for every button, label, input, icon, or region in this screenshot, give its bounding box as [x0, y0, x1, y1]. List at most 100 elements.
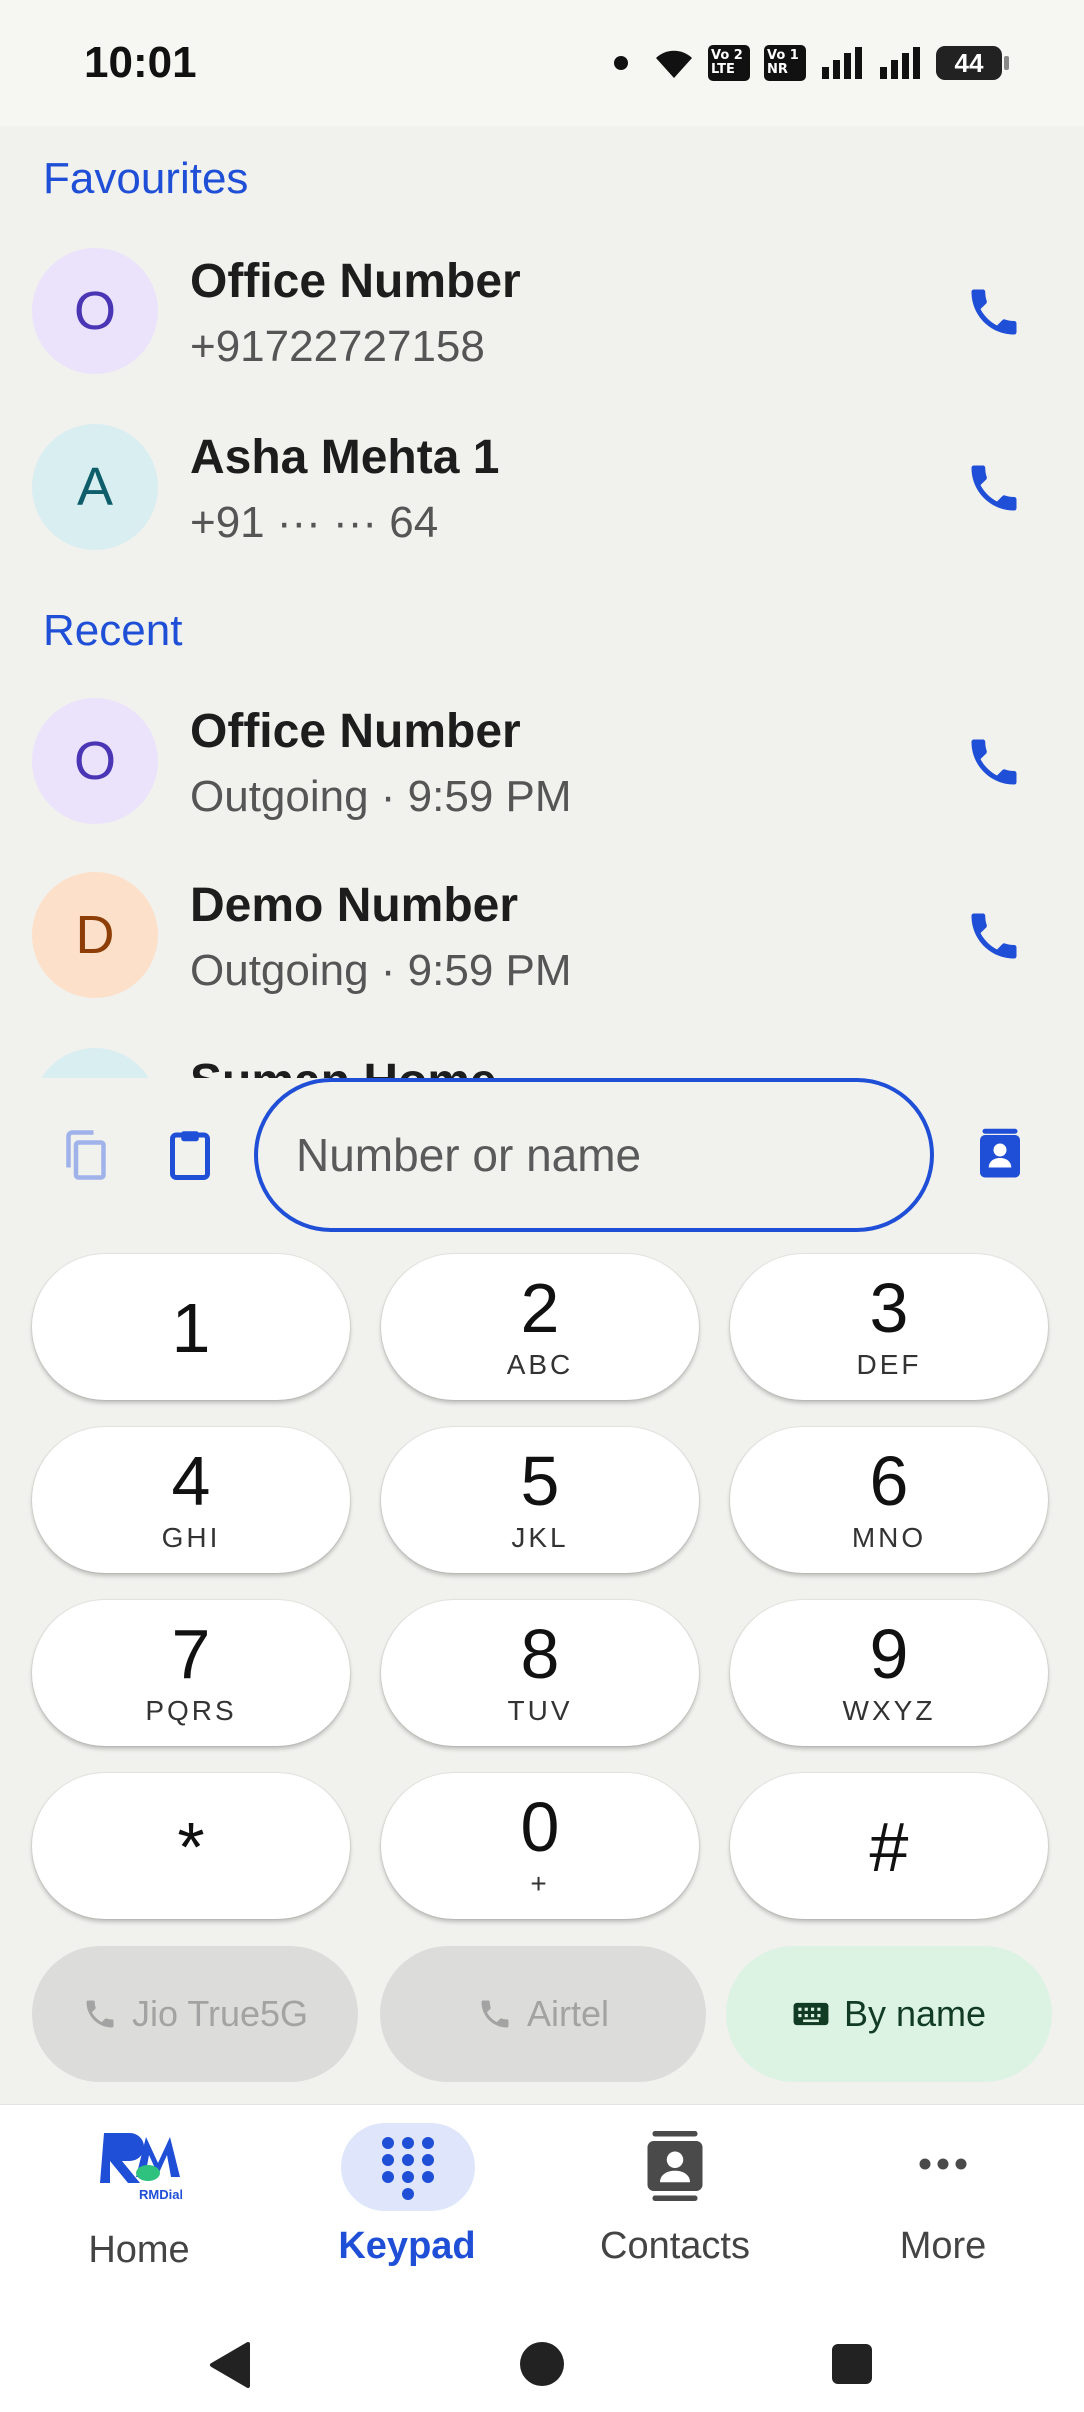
number-or-name-input[interactable] — [254, 1078, 934, 1232]
avatar-initial: A — [76, 457, 114, 517]
key-letters: ABC — [506, 1349, 574, 1380]
back-icon[interactable] — [206, 2340, 252, 2390]
phone-icon — [481, 2000, 509, 2028]
contact-number: +91722727158 — [190, 322, 485, 371]
key-digit: 9 — [869, 1615, 909, 1693]
avatar: A — [32, 424, 158, 550]
by-name-button[interactable]: By name — [726, 1946, 1052, 2082]
sim1-label: Jio True5G — [131, 1993, 309, 2034]
key-0[interactable]: 0 + — [381, 1773, 699, 1919]
recent-row[interactable]: D Demo Number Outgoing · 9:59 PM — [0, 872, 1084, 1032]
key-digit: 8 — [520, 1615, 560, 1693]
key-7[interactable]: 7 PQRS — [32, 1600, 350, 1746]
recent-row[interactable]: O Office Number Outgoing · 9:59 PM — [0, 698, 1084, 858]
key-digit: * — [177, 1808, 205, 1886]
key-9[interactable]: 9 WXYZ — [730, 1600, 1048, 1746]
contacts-icon — [647, 2131, 703, 2201]
call-sim1-button[interactable]: Jio True5G — [32, 1946, 358, 2082]
key-5[interactable]: 5 JKL — [381, 1427, 699, 1573]
phone-icon[interactable] — [964, 732, 1024, 792]
wifi-icon — [656, 50, 692, 78]
dialpad-icon — [382, 2137, 434, 2200]
key-6[interactable]: 6 MNO — [730, 1427, 1048, 1573]
key-hash[interactable]: # — [730, 1773, 1048, 1919]
rmdialer-logo-icon: RMDialer — [100, 2133, 182, 2202]
contact-card-icon[interactable] — [970, 1125, 1030, 1185]
phone-icon[interactable] — [964, 282, 1024, 342]
phone-icon[interactable] — [964, 906, 1024, 966]
key-letters: TUV — [507, 1695, 573, 1726]
status-icons: Vo 2 LTE Vo 1 NR 44 — [614, 40, 1009, 86]
contact-name: Asha Mehta 1 — [190, 431, 500, 484]
contact-name: Suman Home — [190, 1054, 497, 1078]
bottom-navigation: RMDialer Home Keypad Contacts More — [0, 2104, 1084, 2298]
nav-home-label: Home — [88, 2229, 190, 2271]
key-digit: 3 — [869, 1269, 909, 1347]
home-circle-icon[interactable] — [518, 2340, 566, 2388]
volte-sim2-bottom: LTE — [711, 62, 735, 77]
dial-input-bar — [0, 1078, 1084, 1232]
key-letters: MNO — [851, 1522, 927, 1553]
key-3[interactable]: 3 DEF — [730, 1254, 1048, 1400]
nav-contacts-label: Contacts — [600, 2225, 750, 2267]
volte-sim2-top: Vo 2 — [711, 48, 743, 63]
nav-home[interactable]: RMDialer Home — [4, 2105, 274, 2299]
key-digit: 6 — [869, 1442, 909, 1520]
favourite-row[interactable]: A Asha Mehta 1 +91 ··· ··· 64 — [0, 424, 1084, 584]
keyboard-icon — [793, 2002, 829, 2026]
favourite-row[interactable]: O Office Number +91722727158 — [0, 248, 1084, 408]
call-sim2-button[interactable]: Airtel — [380, 1946, 706, 2082]
logo-text: RMDialer — [139, 2187, 182, 2202]
battery-icon: 44 — [936, 46, 1009, 80]
avatar-initial: O — [73, 731, 116, 791]
phone-icon — [86, 2000, 114, 2028]
phone-icon[interactable] — [964, 458, 1024, 518]
nav-more-label: More — [899, 2225, 987, 2267]
favourites-title: Favourites — [43, 154, 249, 203]
key-digit: 4 — [171, 1442, 211, 1520]
avatar: O — [32, 698, 158, 824]
key-letters: PQRS — [145, 1695, 237, 1726]
recent-title: Recent — [43, 606, 183, 655]
avatar: O — [32, 248, 158, 374]
key-digit: 2 — [520, 1269, 560, 1347]
paste-clipboard-icon[interactable] — [160, 1125, 220, 1185]
signal-sim2-icon — [880, 47, 920, 79]
key-digit: 1 — [171, 1289, 211, 1367]
contact-name: Office Number — [190, 255, 521, 308]
contact-name: Office Number — [190, 705, 521, 758]
key-letters: DEF — [856, 1349, 922, 1380]
contact-number: +91 ··· ··· 64 — [190, 498, 439, 547]
avatar-initial: D — [75, 905, 115, 965]
key-digit: # — [869, 1808, 909, 1886]
key-digit: 0 — [520, 1788, 560, 1866]
key-1[interactable]: 1 — [32, 1254, 350, 1400]
avatar: S — [32, 1048, 158, 1078]
recent-row[interactable]: S Suman Home — [0, 1048, 1084, 1078]
by-name-label: By name — [843, 1993, 987, 2034]
nav-more[interactable]: More — [808, 2105, 1078, 2299]
nav-keypad[interactable]: Keypad — [272, 2105, 542, 2299]
key-star[interactable]: * — [32, 1773, 350, 1919]
copy-icon[interactable] — [56, 1125, 116, 1185]
sim2-label: Airtel — [526, 1993, 610, 2034]
volte-sim1-icon: Vo 1 NR — [764, 45, 806, 81]
key-2[interactable]: 2 ABC — [381, 1254, 699, 1400]
recents-square-icon[interactable] — [830, 2342, 874, 2386]
recent-row-clipped[interactable]: S Suman Home — [0, 1040, 1084, 1078]
key-digit: 7 — [171, 1615, 211, 1693]
nav-contacts[interactable]: Contacts — [540, 2105, 810, 2299]
call-detail: Outgoing · 9:59 PM — [190, 946, 572, 995]
key-4[interactable]: 4 GHI — [32, 1427, 350, 1573]
volte-sim1-bottom: NR — [767, 62, 788, 77]
key-letters: WXYZ — [842, 1695, 936, 1726]
avatar-initial: O — [73, 281, 116, 341]
key-digit: 5 — [520, 1442, 560, 1520]
battery-level: 44 — [954, 47, 984, 78]
notification-dot-icon — [614, 56, 628, 70]
status-time: 10:01 — [84, 38, 197, 87]
key-letters: GHI — [161, 1522, 221, 1553]
avatar: D — [32, 872, 158, 998]
key-8[interactable]: 8 TUV — [381, 1600, 699, 1746]
signal-sim1-icon — [822, 47, 862, 79]
